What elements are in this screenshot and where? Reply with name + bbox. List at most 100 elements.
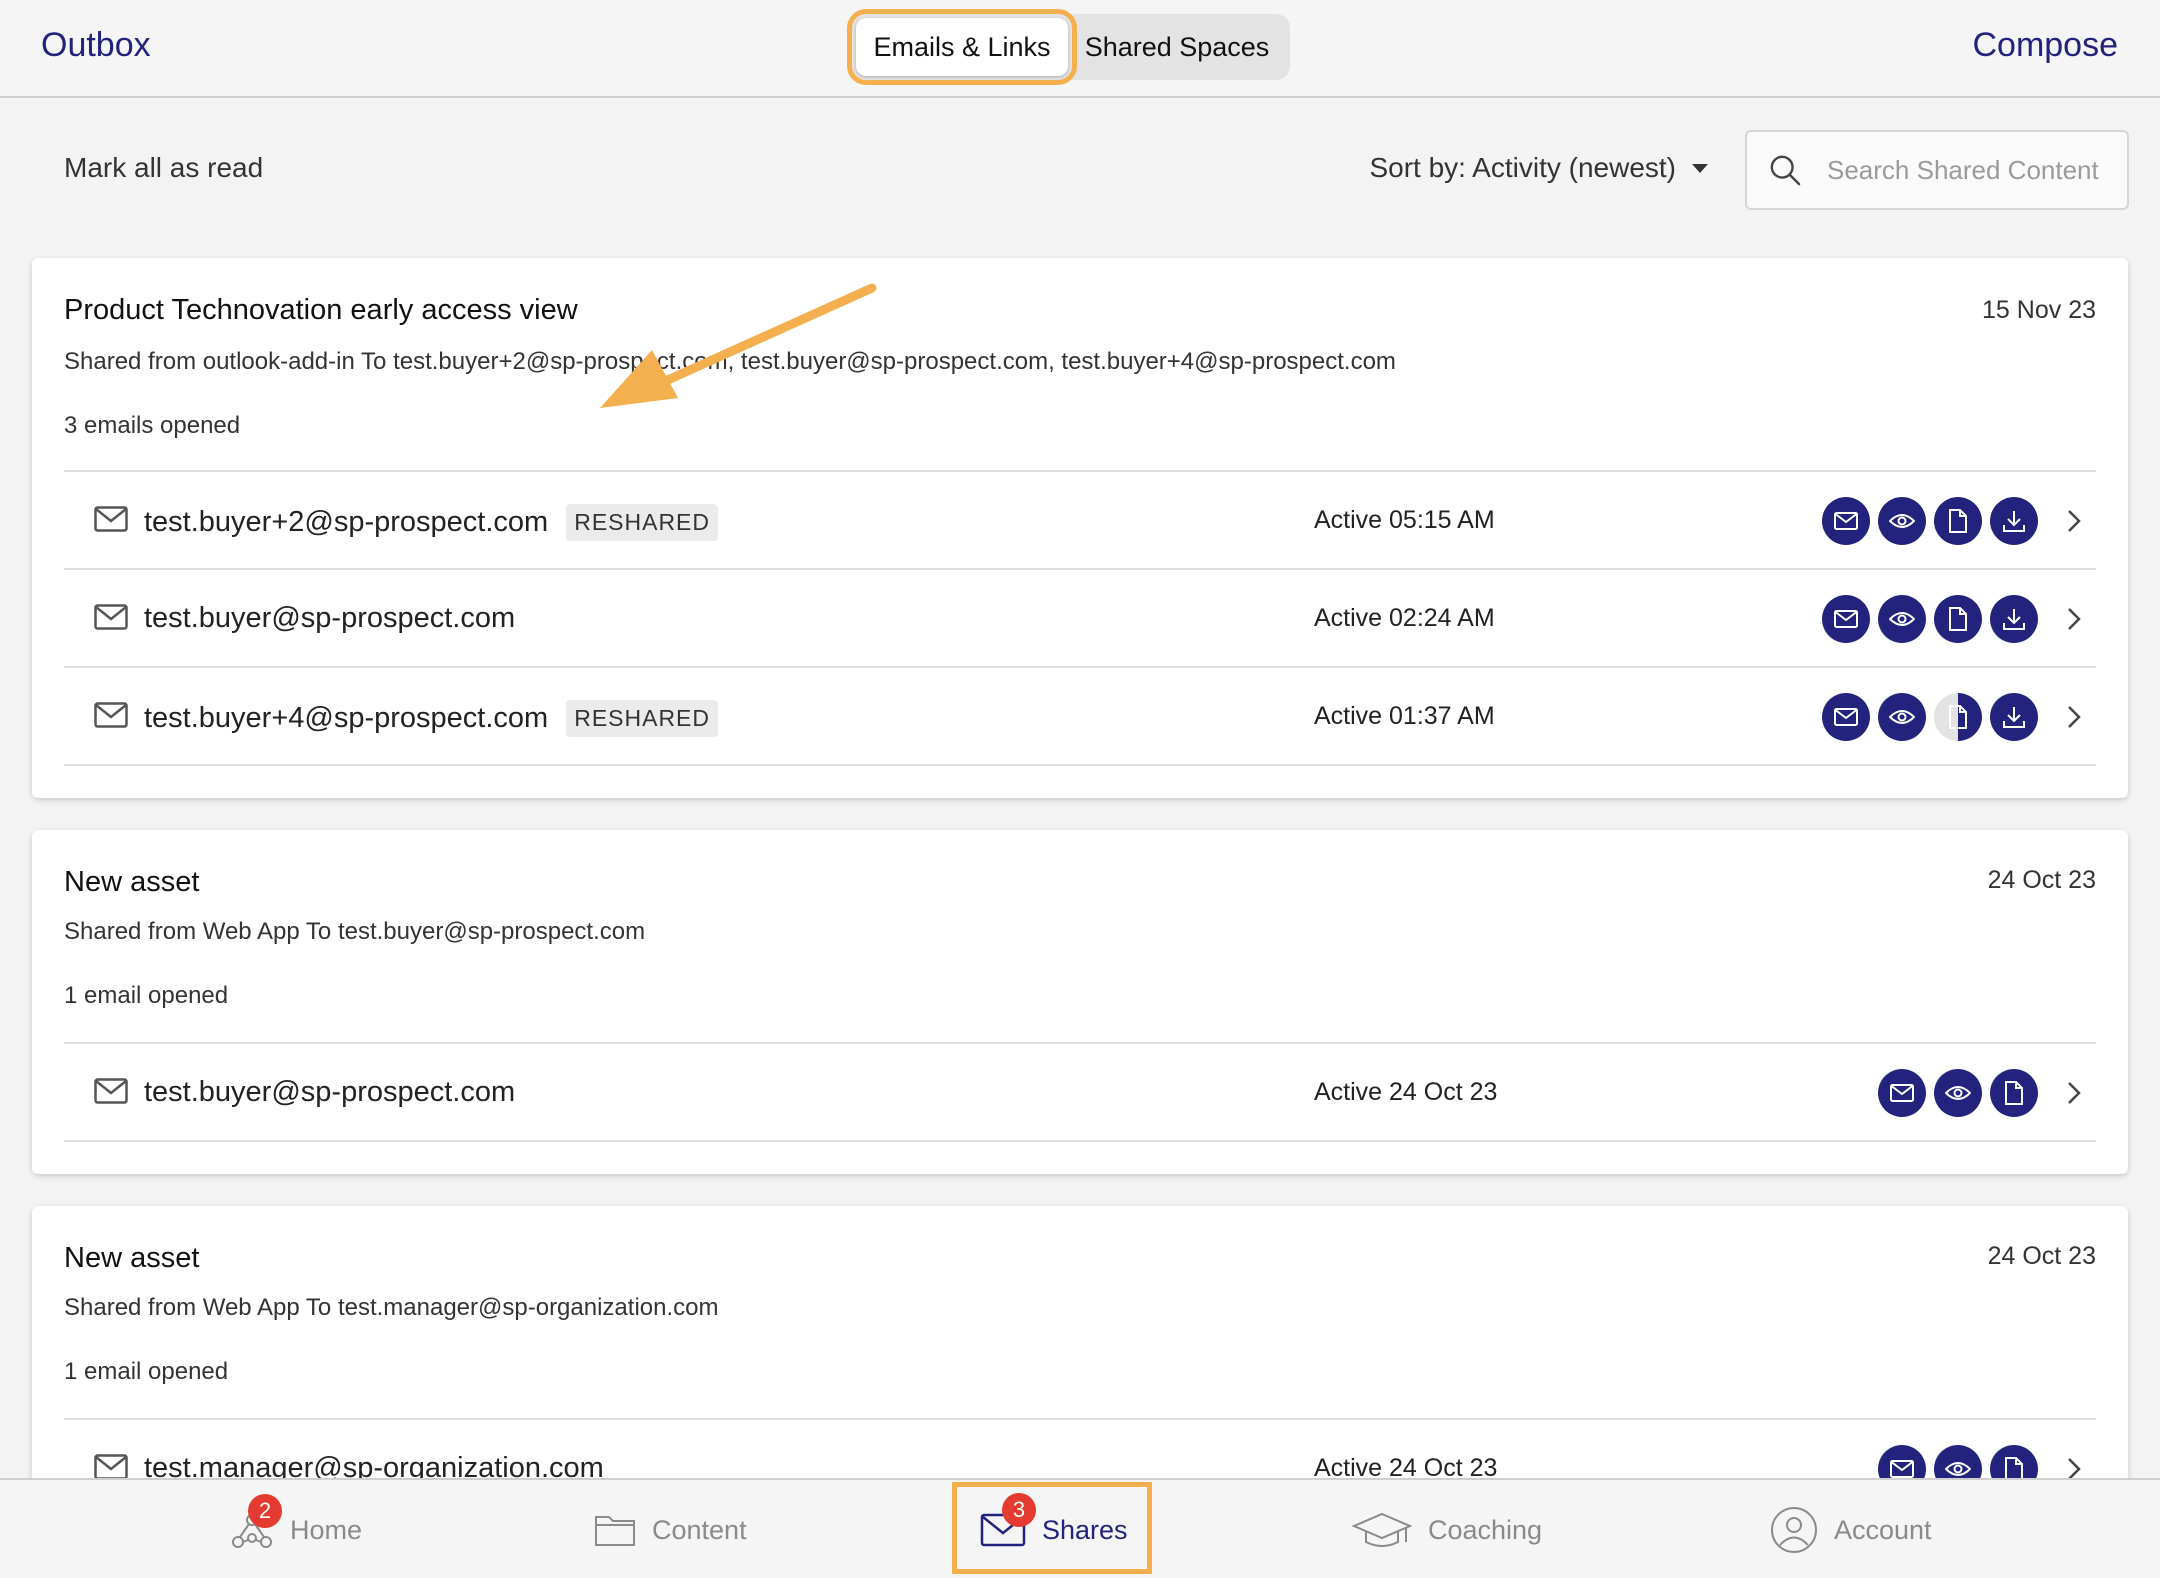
tab-content[interactable]: Content	[594, 1494, 747, 1566]
opened-count: 1 email opened	[64, 1358, 229, 1385]
search-input[interactable]	[1827, 154, 2127, 186]
viewed-eye-icon[interactable]	[1878, 693, 1926, 741]
email-opened-icon[interactable]	[1822, 497, 1870, 545]
recipient-email-group: test.buyer+4@sp-prospect.com RESHARED	[144, 700, 719, 737]
tab-account[interactable]: Account	[1770, 1494, 1932, 1566]
download-icon[interactable]	[1990, 497, 2038, 545]
download-icon[interactable]	[1990, 693, 2038, 741]
share-card[interactable]: Product Technovation early access view 1…	[32, 258, 2128, 798]
activity-icons	[1822, 693, 2038, 741]
chevron-right-icon[interactable]	[2066, 1080, 2082, 1106]
download-icon[interactable]	[1990, 595, 2038, 643]
chevron-right-icon[interactable]	[2066, 704, 2082, 730]
outbox-content: Mark all as read Sort by: Activity (newe…	[0, 100, 2160, 1478]
document-icon[interactable]	[1934, 595, 1982, 643]
mark-all-read-button[interactable]: Mark all as read	[64, 152, 263, 184]
annotation-arrow-icon	[600, 283, 877, 408]
tab-coaching[interactable]: Coaching	[1352, 1494, 1542, 1566]
tab-label: Coaching	[1428, 1514, 1543, 1545]
viewed-eye-icon[interactable]	[1878, 497, 1926, 545]
share-recipients-line: Shared from Web App To test.buyer@sp-pro…	[64, 918, 646, 945]
document-icon[interactable]	[1990, 1445, 2038, 1478]
recipient-list: test.manager@sp-organization.com Active …	[64, 1418, 2096, 1478]
recipient-email: test.buyer@sp-prospect.com	[144, 1076, 516, 1108]
recipient-email-group: test.buyer+2@sp-prospect.com RESHARED	[144, 504, 719, 541]
email-opened-icon[interactable]	[1822, 693, 1870, 741]
email-opened-icon[interactable]	[1878, 1445, 1926, 1478]
share-card[interactable]: New asset 24 Oct 23 Shared from Web App …	[32, 830, 2128, 1174]
last-active: Active 24 Oct 23	[1314, 1454, 1498, 1478]
document-partial-icon[interactable]	[1934, 693, 1982, 741]
viewed-eye-icon[interactable]	[1878, 595, 1926, 643]
activity-icons	[1878, 1069, 2038, 1117]
recipient-list: test.buyer@sp-prospect.com Active 24 Oct…	[64, 1042, 2096, 1142]
envelope-icon	[94, 506, 128, 532]
document-icon[interactable]	[1990, 1069, 2038, 1117]
recipient-email-group: test.buyer@sp-prospect.com	[144, 602, 515, 635]
email-opened-icon[interactable]	[1878, 1069, 1926, 1117]
last-active: Active 02:24 AM	[1314, 604, 1495, 632]
chevron-right-icon[interactable]	[2066, 508, 2082, 534]
share-title: Product Technovation early access view	[64, 294, 578, 326]
search-box[interactable]	[1745, 130, 2129, 210]
recipient-list: test.buyer+2@sp-prospect.com RESHARED Ac…	[64, 470, 2096, 766]
view-switcher: Emails & Links Shared Spaces	[847, 9, 1290, 85]
share-date: 24 Oct 23	[1987, 866, 2096, 894]
sort-dropdown[interactable]: Sort by: Activity (newest)	[1369, 152, 1708, 184]
tab-shared-spaces[interactable]: Shared Spaces	[1068, 18, 1286, 76]
last-active: Active 01:37 AM	[1314, 702, 1495, 730]
tab-home[interactable]: 2 Home	[230, 1494, 362, 1566]
caret-down-icon	[1692, 163, 1708, 173]
document-icon[interactable]	[1934, 497, 1982, 545]
outbox-link[interactable]: Outbox	[41, 26, 151, 65]
folder-icon	[595, 1516, 635, 1546]
share-date: 15 Nov 23	[1982, 296, 2096, 324]
recipient-email: test.buyer@sp-prospect.com	[144, 602, 516, 634]
recipient-row[interactable]: test.manager@sp-organization.com Active …	[64, 1420, 2096, 1478]
recipient-email: test.buyer+2@sp-prospect.com	[144, 506, 549, 538]
viewed-eye-icon[interactable]	[1934, 1445, 1982, 1478]
opened-count: 3 emails opened	[64, 412, 241, 439]
recipient-row[interactable]: test.buyer+4@sp-prospect.com RESHARED Ac…	[64, 668, 2096, 766]
reshared-badge: RESHARED	[566, 700, 719, 737]
sort-label: Sort by: Activity (newest)	[1369, 152, 1676, 183]
tab-label: Content	[652, 1514, 747, 1545]
list-toolbar: Mark all as read Sort by: Activity (newe…	[0, 100, 2160, 240]
share-title: New asset	[64, 1242, 200, 1274]
recipient-row[interactable]: test.buyer+2@sp-prospect.com RESHARED Ac…	[64, 472, 2096, 570]
last-active: Active 24 Oct 23	[1314, 1078, 1498, 1106]
share-recipients-line: Shared from Web App To test.manager@sp-o…	[64, 1294, 719, 1321]
tab-label: Shares	[1042, 1514, 1128, 1545]
recipient-email-group: test.manager@sp-organization.com	[144, 1452, 604, 1478]
chevron-right-icon[interactable]	[2066, 606, 2082, 632]
email-opened-icon[interactable]	[1822, 595, 1870, 643]
tab-emails-links[interactable]: Emails & Links	[847, 9, 1077, 85]
search-icon	[1770, 155, 1801, 186]
viewed-eye-icon[interactable]	[1934, 1069, 1982, 1117]
share-title: New asset	[64, 866, 200, 898]
share-card[interactable]: New asset 24 Oct 23 Shared from Web App …	[32, 1206, 2128, 1478]
envelope-icon	[94, 1454, 128, 1478]
tab-label: Home	[290, 1514, 363, 1545]
envelope-icon	[94, 1078, 128, 1104]
recipient-email: test.manager@sp-organization.com	[144, 1452, 604, 1478]
tab-shares[interactable]: 3 Shares	[980, 1493, 1128, 1566]
graduation-cap-icon	[1352, 1512, 1412, 1547]
shares-notification-badge: 3	[1002, 1493, 1036, 1527]
recipient-row[interactable]: test.buyer@sp-prospect.com Active 02:24 …	[64, 570, 2096, 668]
envelope-icon	[94, 702, 128, 728]
person-icon	[1771, 1507, 1817, 1553]
last-active: Active 05:15 AM	[1314, 506, 1495, 534]
chevron-right-icon[interactable]	[2066, 1456, 2082, 1478]
compose-button[interactable]: Compose	[1972, 26, 2118, 65]
bottom-tab-bar: 2 Home Content 3 Shares Coaching Account	[0, 1478, 2160, 1578]
share-date: 24 Oct 23	[1987, 1242, 2096, 1270]
envelope-icon	[94, 604, 128, 630]
reshared-badge: RESHARED	[566, 504, 719, 541]
activity-icons	[1822, 497, 2038, 545]
top-bar: Outbox Emails & Links Shared Spaces Comp…	[0, 0, 2160, 98]
tab-label: Account	[1834, 1514, 1932, 1545]
recipient-row[interactable]: test.buyer@sp-prospect.com Active 24 Oct…	[64, 1044, 2096, 1142]
activity-icons	[1878, 1445, 2038, 1478]
activity-icons	[1822, 595, 2038, 643]
